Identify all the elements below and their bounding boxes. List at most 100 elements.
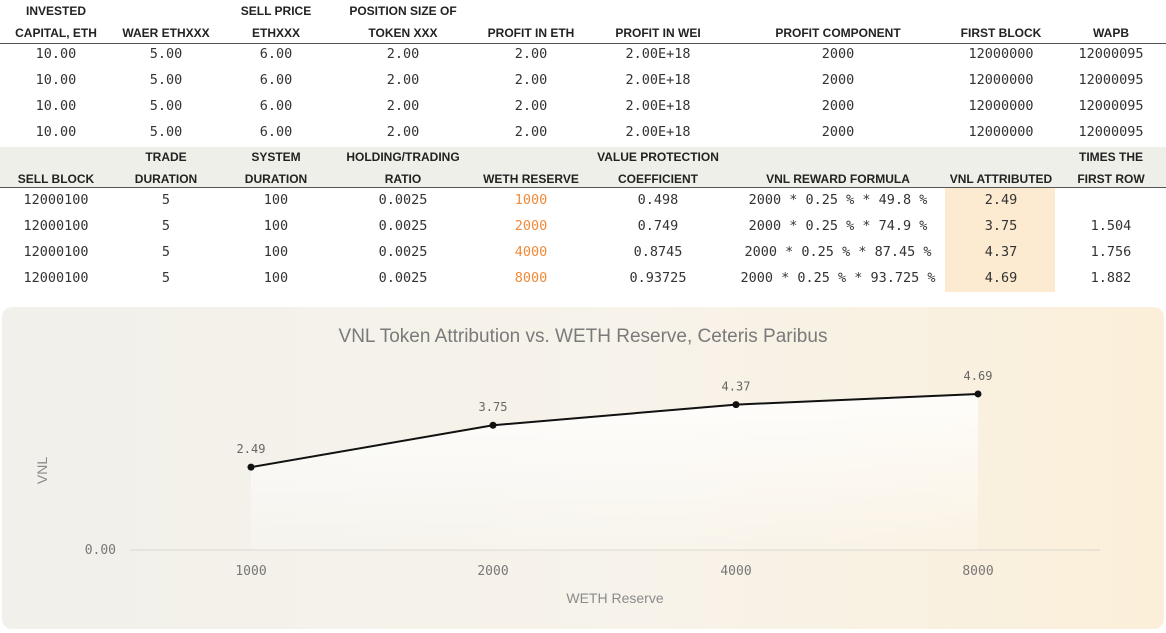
table-cell: 2.00 bbox=[514, 46, 548, 62]
table-cell: 100 bbox=[263, 218, 289, 234]
table-row: 12000100 5 100 0.0025 1000 0.498 2000 * 0.25 %… bbox=[0, 187, 1166, 213]
table-cell: 2000 * 0.25 % * 74.9 % bbox=[748, 218, 928, 234]
table-row: 12000100 5 100 0.0025 4000 0.8745 2000 * 0.25 … bbox=[0, 239, 1166, 265]
table-cell: 2.00 bbox=[514, 124, 548, 140]
table-cell: 5.00 bbox=[149, 98, 183, 114]
table-cell: 12000095 bbox=[1078, 124, 1144, 140]
x-tick-label: 4000 bbox=[720, 564, 751, 579]
table-cell: 10.00 bbox=[35, 72, 77, 88]
table-cell: 12000000 bbox=[968, 124, 1034, 140]
data-label: 2.49 bbox=[237, 442, 266, 456]
table-cell: 4.37 bbox=[984, 244, 1018, 260]
vnl-chart: VNL Token Attribution vs. WETH Reserve, … bbox=[34, 326, 1100, 606]
table-cell: 2.00 bbox=[514, 98, 548, 114]
column-header: SELL PRICE bbox=[240, 4, 312, 18]
table-cell: 12000100 bbox=[23, 218, 89, 234]
table-cell: 2.00E+18 bbox=[625, 72, 691, 88]
table-row: 12000100 5 100 0.0025 8000 0.93725 2000 * 0.25… bbox=[0, 265, 1166, 291]
table-cell: 1.504 bbox=[1090, 218, 1132, 234]
x-tick-label: 8000 bbox=[962, 564, 993, 579]
column-header: SYSTEM bbox=[251, 150, 301, 164]
table-cell: 1.756 bbox=[1090, 244, 1132, 260]
table-cell: 6.00 bbox=[259, 46, 293, 62]
y-tick-label: 0.00 bbox=[85, 543, 116, 558]
x-tick-label: 1000 bbox=[235, 564, 266, 579]
table-cell: 5 bbox=[161, 218, 171, 234]
table-row: 10.00 5.00 6.00 2.00 2.00 2.00E+18 2000 1200000… bbox=[0, 41, 1166, 67]
data-label: 4.69 bbox=[964, 369, 993, 383]
table-cell: 5.00 bbox=[149, 46, 183, 62]
column-header: POSITION SIZE OF bbox=[349, 4, 457, 18]
table-cell: 12000095 bbox=[1078, 72, 1144, 88]
table-cell: 2.00 bbox=[514, 72, 548, 88]
table-cell: 2.00 bbox=[386, 46, 420, 62]
table-cell: 0.749 bbox=[637, 218, 679, 234]
table-cell: 2.00 bbox=[386, 98, 420, 114]
data-point bbox=[247, 463, 255, 471]
table-row: 10.00 5.00 6.00 2.00 2.00 2.00E+18 2000 1200000… bbox=[0, 93, 1166, 119]
table-row: 10.00 5.00 6.00 2.00 2.00 2.00E+18 2000 1200000… bbox=[0, 119, 1166, 145]
x-axis-label: WETH Reserve bbox=[566, 590, 663, 606]
table-cell: 10.00 bbox=[35, 98, 77, 114]
column-header: HOLDING/TRADING bbox=[346, 150, 460, 164]
table-row: 12000100 5 100 0.0025 2000 0.749 2000 * 0.25 %… bbox=[0, 213, 1166, 239]
table-cell: 0.0025 bbox=[378, 244, 428, 260]
data-label: 4.37 bbox=[722, 380, 751, 394]
table-cell: 1.882 bbox=[1090, 270, 1132, 286]
column-header: INVESTED bbox=[25, 4, 86, 18]
table-cell: 2000 bbox=[821, 46, 855, 62]
table-cell: 2000 bbox=[821, 98, 855, 114]
table-cell: 2000 * 0.25 % * 87.45 % bbox=[744, 244, 932, 260]
table-cell: 12000000 bbox=[968, 46, 1034, 62]
table-cell: 12000000 bbox=[968, 98, 1034, 114]
table-cell: 0.0025 bbox=[378, 270, 428, 286]
table-cell: 2.00E+18 bbox=[625, 124, 691, 140]
column-header: VALUE PROTECTION bbox=[597, 150, 719, 164]
table-cell: 2.00E+18 bbox=[625, 98, 691, 114]
chart-title: VNL Token Attribution vs. WETH Reserve, … bbox=[339, 326, 828, 347]
chart-card: VNL Token Attribution vs. WETH Reserve, … bbox=[2, 307, 1164, 629]
table-cell: 10.00 bbox=[35, 46, 77, 62]
data-point bbox=[974, 390, 982, 398]
table-cell: 0.498 bbox=[637, 192, 679, 208]
table-cell: 1000 bbox=[514, 192, 548, 208]
table-cell: 5 bbox=[161, 244, 171, 260]
table-cell: 12000100 bbox=[23, 270, 89, 286]
table-cell: 5 bbox=[161, 270, 171, 286]
table-cell: 8000 bbox=[514, 270, 548, 286]
table-cell: 5.00 bbox=[149, 72, 183, 88]
table-cell: 0.93725 bbox=[629, 270, 687, 286]
table2-header: SELL BLOCK TRADE DURATION SYSTEM DURATION HOL… bbox=[0, 146, 1166, 190]
series-area bbox=[251, 393, 978, 550]
table-cell: 10.00 bbox=[35, 124, 77, 140]
table-cell: 100 bbox=[263, 244, 289, 260]
table-cell: 12000095 bbox=[1078, 98, 1144, 114]
table-cell: 12000100 bbox=[23, 192, 89, 208]
table-cell: 0.0025 bbox=[378, 192, 428, 208]
x-tick-label: 2000 bbox=[477, 564, 508, 579]
table-cell: 5 bbox=[161, 192, 171, 208]
table-cell: 6.00 bbox=[259, 98, 293, 114]
table-cell: 2000 bbox=[821, 72, 855, 88]
table-cell: 2.49 bbox=[984, 192, 1018, 208]
table-cell: 2000 bbox=[514, 218, 548, 234]
table-cell: 12000100 bbox=[23, 244, 89, 260]
table-cell: 3.75 bbox=[984, 218, 1018, 234]
table-cell: 12000000 bbox=[968, 72, 1034, 88]
table-cell: 0.8745 bbox=[633, 244, 683, 260]
table-cell: 2.00E+18 bbox=[625, 46, 691, 62]
data-point bbox=[732, 401, 740, 409]
table-row: 10.00 5.00 6.00 2.00 2.00 2.00E+18 2000 1200000… bbox=[0, 67, 1166, 93]
table-cell: 100 bbox=[263, 192, 289, 208]
table-cell: 4.69 bbox=[984, 270, 1018, 286]
data-point bbox=[489, 421, 497, 429]
table-cell: 2000 bbox=[821, 124, 855, 140]
data-label: 3.75 bbox=[479, 400, 508, 414]
table-cell: 2000 * 0.25 % * 49.8 % bbox=[748, 192, 928, 208]
table1-header: INVESTED CAPITAL, ETH WAER ETHXXX SELL PRIC… bbox=[0, 0, 1166, 44]
table-cell: 6.00 bbox=[259, 124, 293, 140]
table-cell: 5.00 bbox=[149, 124, 183, 140]
table-cell: 2.00 bbox=[386, 124, 420, 140]
table-cell: 2000 * 0.25 % * 93.725 % bbox=[740, 270, 936, 286]
table-cell: 2.00 bbox=[386, 72, 420, 88]
